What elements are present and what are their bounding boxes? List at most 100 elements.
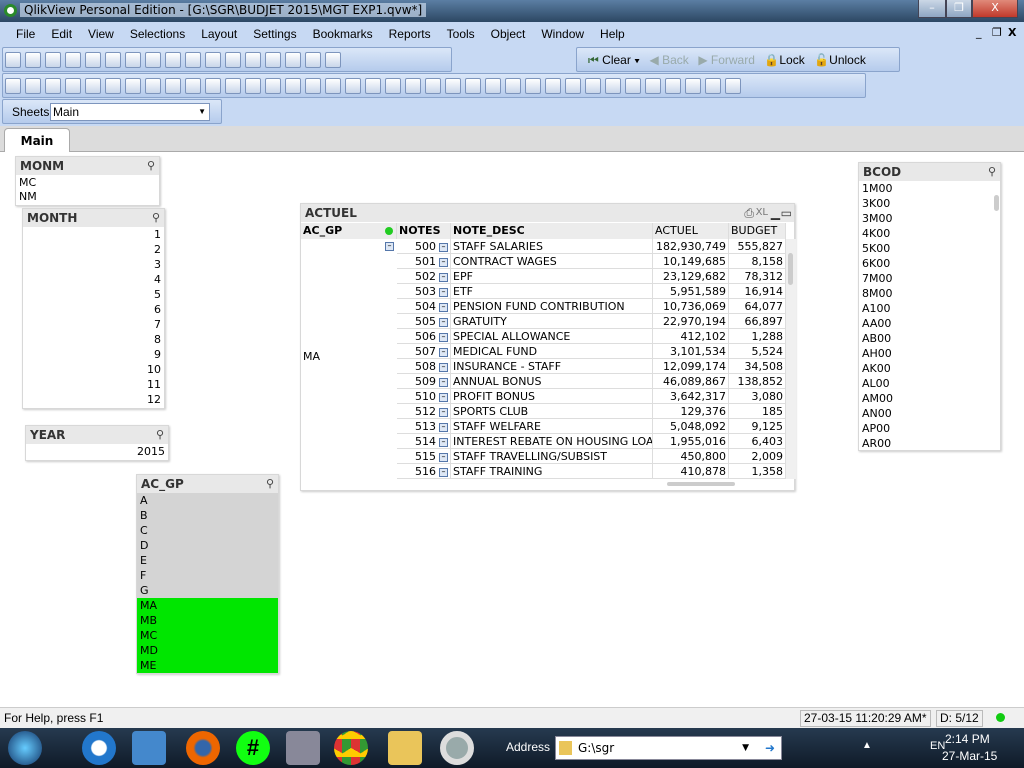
menu-reports[interactable]: Reports	[381, 22, 439, 46]
scroll-thumb[interactable]	[788, 253, 793, 285]
list-item[interactable]: AM00	[859, 391, 1000, 406]
unlock-button[interactable]: 🔓Unlock	[811, 48, 869, 73]
lock-button[interactable]: 🔒Lock	[761, 48, 807, 73]
text-object-icon[interactable]	[245, 78, 261, 94]
menu-selections[interactable]: Selections	[122, 22, 193, 46]
search-icon[interactable]	[205, 52, 221, 68]
list-item[interactable]: 7M00	[859, 271, 1000, 286]
list-item[interactable]: 8	[23, 332, 164, 347]
tab-main[interactable]: Main	[4, 128, 70, 153]
list-item[interactable]: AK00	[859, 361, 1000, 376]
align-left-icon[interactable]	[445, 78, 461, 94]
menu-tools[interactable]: Tools	[439, 22, 483, 46]
collapse-icon[interactable]: –	[439, 422, 448, 432]
whats-this-icon[interactable]	[325, 52, 341, 68]
search-icon[interactable]: ⚲	[988, 163, 996, 181]
reload-data-icon[interactable]	[125, 52, 141, 68]
forward-button[interactable]: ▶ Forward	[695, 48, 758, 73]
search-icon[interactable]: ⚲	[152, 209, 160, 227]
align-top-icon[interactable]	[545, 78, 561, 94]
collapse-icon[interactable]: –	[439, 467, 448, 477]
collapse-icon[interactable]: –	[439, 287, 448, 297]
collapse-icon[interactable]: –	[439, 452, 448, 462]
menu-object[interactable]: Object	[483, 22, 534, 46]
collapse-icon[interactable]: –	[439, 257, 448, 267]
list-item[interactable]: MB	[137, 613, 278, 628]
list-item[interactable]: F	[137, 568, 278, 583]
list-item[interactable]: 5K00	[859, 241, 1000, 256]
list-item[interactable]: 1M00	[859, 181, 1000, 196]
space-h-icon[interactable]	[565, 78, 581, 94]
scroll-thumb[interactable]	[994, 195, 999, 211]
list-item[interactable]: B	[137, 508, 278, 523]
container-icon[interactable]	[345, 78, 361, 94]
show-hidden-icons[interactable]: ▲	[862, 740, 872, 751]
grid-icon[interactable]	[425, 78, 441, 94]
horizontal-scrollbar[interactable]	[653, 480, 786, 488]
collapse-icon[interactable]: –	[439, 407, 448, 417]
collapse-icon[interactable]: –	[439, 317, 448, 327]
print-icon[interactable]	[85, 52, 101, 68]
adjust-icon[interactable]	[605, 78, 621, 94]
web-view-icon[interactable]	[725, 78, 741, 94]
save-icon[interactable]	[65, 52, 81, 68]
reload-icon[interactable]	[45, 52, 61, 68]
bookmark-obj-icon[interactable]	[305, 78, 321, 94]
open-icon[interactable]	[25, 52, 41, 68]
sheet-props-icon[interactable]	[65, 78, 81, 94]
column-header-note-desc[interactable]: NOTE_DESC	[451, 223, 653, 239]
column-header-notes[interactable]: NOTES	[397, 223, 451, 239]
list-item[interactable]: 6K00	[859, 256, 1000, 271]
list-item[interactable]: AR00	[859, 436, 1000, 450]
vertical-scrollbar[interactable]	[786, 239, 796, 479]
promote-icon[interactable]	[25, 78, 41, 94]
menu-settings[interactable]: Settings	[245, 22, 304, 46]
list-item[interactable]: D	[137, 538, 278, 553]
list-item[interactable]: AA00	[859, 316, 1000, 331]
bookmark-icon[interactable]	[265, 52, 281, 68]
minimize-button[interactable]: –	[918, 0, 946, 18]
column-header-budget[interactable]: BUDGET	[729, 223, 786, 239]
list-item[interactable]: 4	[23, 272, 164, 287]
list-item[interactable]: 7	[23, 317, 164, 332]
column-header-ac-gp[interactable]: AC_GP	[301, 223, 397, 239]
list-item[interactable]: E	[137, 553, 278, 568]
menu-help[interactable]: Help	[592, 22, 633, 46]
list-item[interactable]: 12	[23, 392, 164, 407]
qlikview-taskbar-icon[interactable]	[440, 731, 474, 765]
vertical-scrollbar[interactable]	[992, 183, 1000, 449]
expression-overview-icon[interactable]	[705, 78, 721, 94]
list-item[interactable]: 11	[23, 377, 164, 392]
list-item[interactable]: C	[137, 523, 278, 538]
edit-module-icon[interactable]	[685, 78, 701, 94]
list-item[interactable]: AP00	[859, 421, 1000, 436]
list-item[interactable]: NM	[16, 189, 159, 203]
collapse-icon[interactable]: –	[439, 347, 448, 357]
help-icon[interactable]	[305, 52, 321, 68]
user-props-icon[interactable]	[645, 78, 661, 94]
button-icon[interactable]	[225, 78, 241, 94]
firefox-icon[interactable]	[186, 731, 220, 765]
custom-obj-icon[interactable]	[365, 78, 381, 94]
list-item[interactable]: 9	[23, 347, 164, 362]
back-button[interactable]: ◀ Back	[647, 48, 692, 73]
clock-app-icon[interactable]	[286, 731, 320, 765]
list-item[interactable]: 8M00	[859, 286, 1000, 301]
list-item[interactable]: MC	[16, 175, 159, 189]
search-obj-icon[interactable]	[325, 78, 341, 94]
address-input[interactable]: G:\sgr ▼ ➜	[555, 736, 782, 760]
menu-edit[interactable]: Edit	[43, 22, 80, 46]
list-item[interactable]: AL00	[859, 376, 1000, 391]
list-item[interactable]: 3M00	[859, 211, 1000, 226]
chevron-down-icon[interactable]: ▼	[742, 737, 749, 759]
list-item[interactable]: AN00	[859, 406, 1000, 421]
list-item[interactable]: MD	[137, 643, 278, 658]
list-item[interactable]: 3K00	[859, 196, 1000, 211]
start-button[interactable]	[8, 731, 42, 765]
quick-chart-icon[interactable]	[385, 78, 401, 94]
line-arrow-icon[interactable]	[265, 78, 281, 94]
list-item[interactable]: G	[137, 583, 278, 598]
list-item[interactable]: A	[137, 493, 278, 508]
collapse-icon[interactable]: –	[439, 242, 448, 252]
chart-icon[interactable]	[245, 52, 261, 68]
